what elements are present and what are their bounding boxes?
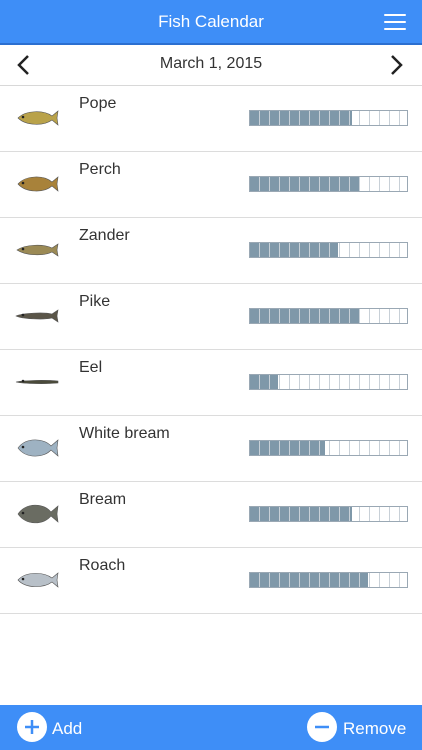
date-navigation: March 1, 2015 bbox=[0, 45, 422, 86]
fish-name: Zander bbox=[79, 227, 130, 244]
fish-row[interactable]: Pope bbox=[0, 86, 422, 152]
activity-bar bbox=[249, 308, 408, 324]
activity-bar bbox=[249, 572, 408, 588]
app-title: Fish Calendar bbox=[158, 12, 264, 31]
current-date: March 1, 2015 bbox=[159, 55, 263, 72]
fish-list: Pope Perch Zander Pike Eel White bream Bream Ro… bbox=[0, 86, 422, 614]
bream-fish-icon bbox=[14, 500, 60, 528]
fish-name: White bream bbox=[79, 425, 170, 442]
pope-fish-icon bbox=[14, 104, 60, 132]
activity-bar bbox=[249, 176, 408, 192]
chevron-right-icon[interactable] bbox=[384, 53, 408, 77]
menu-icon[interactable] bbox=[384, 14, 406, 31]
fish-row[interactable]: Eel bbox=[0, 350, 422, 416]
activity-bar bbox=[249, 110, 408, 126]
fish-row[interactable]: Roach bbox=[0, 548, 422, 614]
zander-fish-icon bbox=[14, 236, 60, 264]
eel-fish-icon bbox=[14, 368, 60, 396]
activity-bar bbox=[249, 242, 408, 258]
fish-row[interactable]: Pike bbox=[0, 284, 422, 350]
fish-name: Pike bbox=[79, 293, 111, 310]
white-bream-fish-icon bbox=[14, 434, 60, 462]
fish-name: Roach bbox=[79, 557, 126, 574]
app-header: Fish Calendar bbox=[0, 0, 422, 45]
fish-row[interactable]: Zander bbox=[0, 218, 422, 284]
add-label: Add bbox=[52, 719, 83, 738]
remove-label: Remove bbox=[343, 719, 407, 738]
roach-fish-icon bbox=[14, 566, 60, 594]
fish-row[interactable]: Perch bbox=[0, 152, 422, 218]
fish-row[interactable]: Bream bbox=[0, 482, 422, 548]
activity-bar bbox=[249, 440, 408, 456]
activity-bar bbox=[249, 506, 408, 522]
add-button[interactable]: Add bbox=[17, 712, 87, 744]
fish-name: Pope bbox=[79, 95, 117, 112]
activity-bar bbox=[249, 374, 408, 390]
fish-name: Bream bbox=[79, 491, 127, 508]
fish-row[interactable]: White bream bbox=[0, 416, 422, 482]
perch-fish-icon bbox=[14, 170, 60, 198]
bottom-toolbar: Add Remove bbox=[0, 705, 422, 750]
fish-name: Perch bbox=[79, 161, 121, 178]
pike-fish-icon bbox=[14, 302, 60, 330]
minus-circle-icon bbox=[307, 712, 337, 742]
fish-name: Eel bbox=[79, 359, 103, 376]
plus-circle-icon bbox=[17, 712, 47, 742]
remove-button[interactable]: Remove bbox=[307, 712, 412, 744]
